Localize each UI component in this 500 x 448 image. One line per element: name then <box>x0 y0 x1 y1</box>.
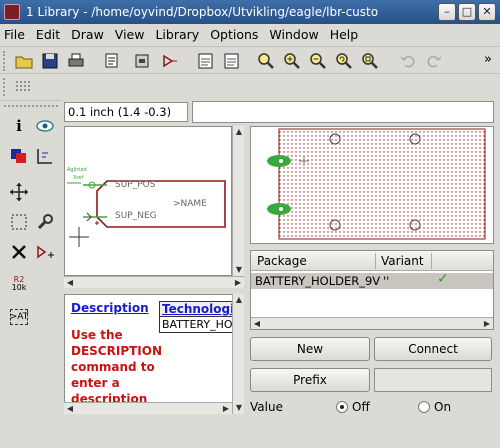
package-preview[interactable] <box>250 126 494 244</box>
variant-name: '' <box>383 274 390 288</box>
canvas-hscrollbar[interactable]: ◀ ▶ <box>64 276 244 288</box>
menu-bar: File Edit Draw View Library Options Wind… <box>0 24 500 44</box>
name-icon[interactable]: R2 10k <box>8 273 30 295</box>
package-table: Package Variant BATTERY_HOLDER_9V '' ✓ ◀… <box>250 250 494 330</box>
toolbar-grip[interactable] <box>3 51 9 71</box>
menu-help[interactable]: Help <box>330 27 359 42</box>
scroll-right-icon[interactable]: ▶ <box>220 403 232 415</box>
command-sidebar: i R2 10k >AT <box>0 100 62 448</box>
window-title: 1 Library - /home/oyvind/Dropbox/Utvikli… <box>26 5 379 19</box>
description-hscrollbar[interactable]: ◀ ▶ <box>64 402 232 414</box>
description-text: Use the DESCRIPTION command to enter a d… <box>71 328 163 406</box>
zoom-fit-icon[interactable] <box>256 51 276 71</box>
value-on-label[interactable]: On <box>434 400 451 414</box>
technologies-table: Technologies BATTERY_HOLDER_9V <box>159 301 237 333</box>
grid-icon[interactable] <box>14 78 36 96</box>
save-icon[interactable] <box>40 51 60 71</box>
menu-view[interactable]: View <box>115 27 145 42</box>
column-package[interactable]: Package <box>257 254 307 268</box>
layers-icon[interactable] <box>8 145 30 167</box>
package-row[interactable]: BATTERY_HOLDER_9V '' ✓ <box>251 271 493 289</box>
name-label: >NAME <box>173 199 207 209</box>
title-bar: 1 Library - /home/oyvind/Dropbox/Utvikli… <box>0 0 500 24</box>
change-wrench-icon[interactable] <box>34 211 56 233</box>
scroll-left-icon[interactable]: ◀ <box>251 318 263 329</box>
connect-button[interactable]: Connect <box>374 337 492 361</box>
description-vscrollbar[interactable]: ▲ ▼ <box>232 294 244 414</box>
package-drawing <box>267 128 486 240</box>
description-panel: Description Use the DESCRIPTION command … <box>64 294 244 414</box>
scroll-up-icon[interactable]: ▲ <box>233 126 245 138</box>
scroll-right-icon[interactable]: ▶ <box>232 277 244 289</box>
menu-draw[interactable]: Draw <box>71 27 104 42</box>
ulp-icon[interactable] <box>222 51 242 71</box>
group-icon[interactable] <box>8 211 30 233</box>
app-icon <box>4 4 20 20</box>
pin-sup-neg: SUP_NEG <box>115 211 157 221</box>
package-name: BATTERY_HOLDER_9V <box>255 274 381 288</box>
open-icon[interactable] <box>14 51 34 71</box>
prefix-button[interactable]: Prefix <box>250 368 370 392</box>
scr-icon[interactable] <box>196 51 216 71</box>
print-icon[interactable] <box>66 51 86 71</box>
menu-file[interactable]: File <box>4 27 25 42</box>
value-on-radio[interactable] <box>418 401 430 413</box>
show-eye-icon[interactable] <box>34 115 56 137</box>
coordinate-display: 0.1 inch (1.4 -0.3) <box>64 102 188 122</box>
undo-icon[interactable] <box>398 51 418 71</box>
value-off-label[interactable]: Off <box>352 400 370 414</box>
value-off-radio[interactable] <box>336 401 348 413</box>
scroll-left-icon[interactable]: ◀ <box>64 403 76 415</box>
value-label: Value <box>250 400 283 414</box>
scroll-down-icon[interactable]: ▼ <box>233 402 245 414</box>
package-hscrollbar[interactable]: ◀ ▶ <box>251 317 493 329</box>
menu-library[interactable]: Library <box>155 27 199 42</box>
package-table-header: Package Variant <box>251 251 493 271</box>
redo-icon[interactable] <box>424 51 444 71</box>
scroll-down-icon[interactable]: ▼ <box>233 264 245 276</box>
symbol-canvas[interactable]: Agjlrtad Xref SUP_POS SUP_NEG >NAME <box>64 126 232 276</box>
symbol-icon[interactable] <box>160 51 180 71</box>
parameter-toolbar <box>0 76 500 98</box>
mark-icon[interactable] <box>34 145 56 167</box>
maximize-button[interactable]: □ <box>458 3 476 21</box>
move-icon[interactable] <box>8 181 30 203</box>
script-icon[interactable] <box>102 51 122 71</box>
column-variant[interactable]: Variant <box>381 254 424 268</box>
menu-options[interactable]: Options <box>210 27 258 42</box>
description-link[interactable]: Description <box>71 301 149 315</box>
technologies-header[interactable]: Technologies <box>160 302 236 316</box>
canvas-vscrollbar[interactable]: ▲ ▼ <box>232 126 244 276</box>
sidebar-grip[interactable] <box>4 105 58 109</box>
connected-check-icon: ✓ <box>437 271 449 287</box>
zoom-select-icon[interactable] <box>360 51 380 71</box>
new-button[interactable]: New <box>250 337 370 361</box>
scroll-right-icon[interactable]: ▶ <box>481 318 493 329</box>
device-icon[interactable] <box>132 51 152 71</box>
scroll-up-icon[interactable]: ▲ <box>233 294 245 306</box>
menu-window[interactable]: Window <box>269 27 318 42</box>
redraw-icon[interactable] <box>334 51 354 71</box>
delete-icon[interactable] <box>8 241 30 263</box>
add-icon[interactable] <box>34 241 56 263</box>
minimize-button[interactable]: – <box>438 3 456 21</box>
command-input[interactable] <box>192 101 494 123</box>
smash-icon[interactable]: >AT <box>10 309 28 325</box>
toolbar-grip[interactable] <box>3 78 9 96</box>
zoom-out-icon[interactable] <box>308 51 328 71</box>
tiny-label-mid: Xref <box>73 175 84 181</box>
main-toolbar: » <box>0 46 500 74</box>
info-icon[interactable]: i <box>8 115 30 137</box>
tiny-label-top: Agjlrtad <box>67 167 87 173</box>
scroll-left-icon[interactable]: ◀ <box>64 277 76 289</box>
technology-row: BATTERY_HOLDER_9V <box>160 316 236 332</box>
prefix-field[interactable] <box>374 368 492 392</box>
menu-edit[interactable]: Edit <box>36 27 60 42</box>
zoom-in-icon[interactable] <box>282 51 302 71</box>
close-button[interactable]: ✕ <box>478 3 496 21</box>
toolbar-overflow-icon[interactable]: » <box>484 52 492 67</box>
pin-sup-pos: SUP_POS <box>115 180 156 190</box>
